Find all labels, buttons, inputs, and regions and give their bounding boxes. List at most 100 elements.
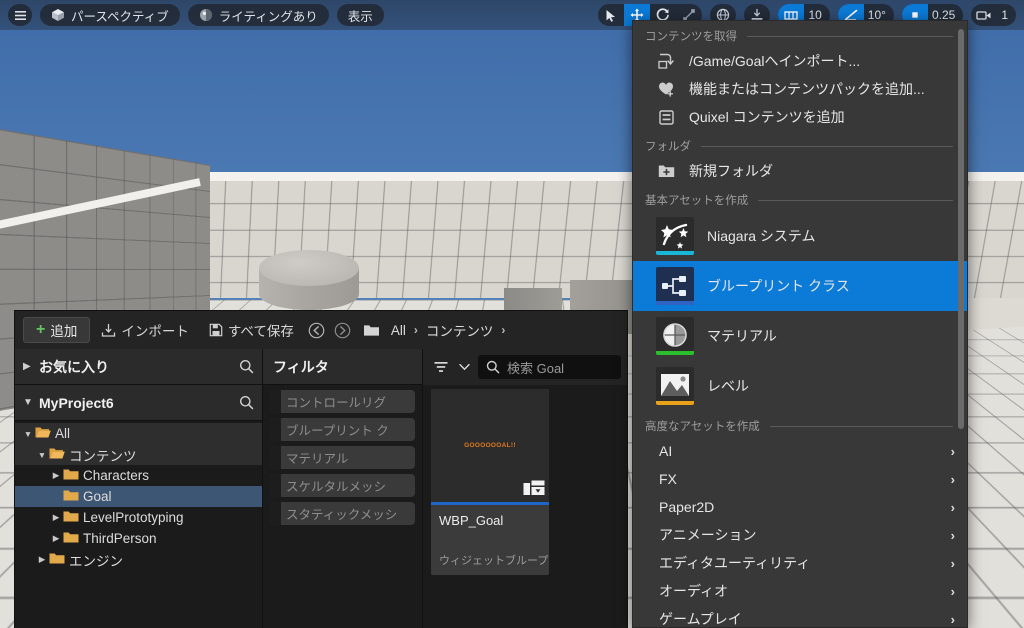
filter-pill[interactable]: スケルタルメッシ	[270, 474, 415, 497]
cube-icon	[51, 8, 65, 22]
breadcrumb-item-content[interactable]: コンテンツ	[421, 320, 499, 340]
favorites-header[interactable]: ▶ お気に入り	[15, 349, 262, 385]
chevron-down-icon[interactable]: ▼	[35, 450, 49, 460]
plus-icon: +	[36, 321, 46, 338]
filter-pill[interactable]: コントロールリグ	[270, 390, 415, 413]
chevron-right-icon: ›	[950, 555, 955, 571]
chevron-right-icon[interactable]: ▶	[35, 554, 49, 565]
filter-pill-label: コントロールリグ	[286, 396, 387, 410]
asset-thumbnail: GOOOOOOAL!!	[431, 389, 549, 502]
import-icon	[101, 323, 116, 338]
project-search-icon[interactable]	[239, 395, 254, 410]
menu-item-Niagaraシステム[interactable]: Niagara システム	[633, 211, 967, 261]
menu-item-label: オーディオ	[659, 583, 729, 599]
menu-item-GameGoalへインポート[interactable]: /Game/Goalへインポート...	[633, 47, 967, 75]
tree-item-Characters[interactable]: ▶ Characters	[15, 465, 262, 486]
viewport-menu-button[interactable]	[8, 4, 32, 26]
camera-speed-button[interactable]	[971, 4, 997, 26]
asset-search-placeholder: 検索 Goal	[507, 360, 565, 376]
menu-item-label: エディタユーティリティ	[659, 555, 811, 571]
context-menu-scrollbar[interactable]	[958, 29, 964, 429]
tree-item-label: LevelPrototyping	[83, 510, 184, 525]
filter-header: フィルタ	[263, 349, 422, 385]
menu-item-アニメーション[interactable]: アニメーション ›	[633, 521, 967, 549]
chevron-down-icon[interactable]	[455, 363, 474, 371]
perspective-dropdown[interactable]: パースペクティブ	[40, 4, 180, 26]
perspective-label: パースペクティブ	[71, 9, 169, 24]
save-all-button[interactable]: すべて保存	[200, 317, 303, 343]
menu-item-label: 機能またはコンテンツパックを追加...	[689, 81, 925, 97]
folder-icon	[63, 531, 79, 547]
chevron-right-icon[interactable]: ▶	[49, 512, 63, 523]
add-button[interactable]: + 追加	[23, 317, 91, 343]
tree-item-LevelPrototyping[interactable]: ▶ LevelPrototyping	[15, 507, 262, 528]
menu-item-FX[interactable]: FX ›	[633, 465, 967, 493]
menu-item-label: レベル	[707, 378, 749, 394]
menu-item-レベル[interactable]: レベル	[633, 361, 967, 411]
widget-blueprint-icon	[523, 480, 545, 498]
save-icon	[209, 323, 223, 337]
folder-icon	[35, 426, 51, 442]
import-icon	[655, 53, 677, 69]
material-icon	[655, 317, 695, 355]
asset-type-strip	[656, 401, 694, 405]
asset-tile[interactable]: GOOOOOOAL!! WBP_Goal ウィジェットブループリ…	[431, 389, 549, 575]
menu-section-label: 高度なアセットを作成	[645, 421, 760, 433]
menu-item-エディタユーティリティ[interactable]: エディタユーティリティ ›	[633, 549, 967, 577]
search-icon[interactable]	[239, 359, 254, 374]
menu-item-ゲームプレイ[interactable]: ゲームプレイ ›	[633, 605, 967, 627]
menu-item-マテリアル[interactable]: マテリアル	[633, 311, 967, 361]
menu-item-AI[interactable]: AI ›	[633, 437, 967, 465]
asset-search-input[interactable]: 検索 Goal	[478, 355, 621, 379]
chevron-right-icon[interactable]: ▶	[49, 470, 63, 481]
project-header[interactable]: ▼ MyProject6	[15, 385, 262, 421]
menu-item-オーディオ[interactable]: オーディオ ›	[633, 577, 967, 605]
menu-item-label: Paper2D	[659, 499, 715, 515]
filter-panel: フィルタ コントロールリグブループリント クマテリアルスケルタルメッシ スタティッ…	[263, 349, 423, 628]
tree-item-label: エンジン	[69, 553, 123, 569]
chevron-down-icon: ▼	[23, 397, 33, 408]
section-divider	[747, 35, 953, 37]
chevron-right-icon: ›	[950, 527, 955, 543]
tree-item-コンテンツ[interactable]: ▼ コンテンツ	[15, 444, 262, 465]
tree-item-All[interactable]: ▼ All	[15, 423, 262, 444]
menu-item-Quixelコンテンツを追加[interactable]: Quixel コンテンツを追加	[633, 103, 967, 131]
menu-item-機能またはコンテンツパックを追加[interactable]: 機能またはコンテンツパックを追加...	[633, 75, 967, 103]
asset-type-label: ウィジェットブループリ…	[439, 555, 549, 567]
content-browser-panel: + 追加 インポート すべて保存 All › コンテンツ › ▶ お気に入り ▼…	[14, 310, 628, 628]
add-content-context-menu: コンテンツを取得/Game/Goalへインポート... 機能またはコンテンツパック…	[632, 20, 968, 628]
filter-pill[interactable]: ブループリント ク	[270, 418, 415, 441]
tree-item-ThirdPerson[interactable]: ▶ ThirdPerson	[15, 528, 262, 549]
menu-section-header: フォルダ	[633, 135, 967, 157]
niagara-icon	[655, 217, 695, 255]
menu-item-ブループリントクラス[interactable]: ブループリント クラス	[633, 261, 967, 311]
lighting-dropdown[interactable]: ライティングあり	[187, 4, 329, 26]
quixel-icon	[655, 109, 677, 125]
filter-pill[interactable]: スタティックメッシ	[270, 502, 415, 525]
tree-item-Goal[interactable]: Goal	[15, 486, 262, 507]
show-dropdown[interactable]: 表示	[336, 4, 384, 26]
import-button[interactable]: インポート	[92, 317, 198, 343]
filter-funnel-icon[interactable]	[429, 360, 451, 374]
tree-item-label: Characters	[83, 468, 150, 483]
filter-pill[interactable]: マテリアル	[270, 446, 415, 469]
chevron-right-icon: ›	[950, 499, 955, 515]
camera-speed-value[interactable]: 1	[997, 8, 1016, 22]
nav-back-button[interactable]	[305, 317, 329, 343]
menu-item-label: 新規フォルダ	[689, 163, 773, 179]
menu-section-header: 高度なアセットを作成	[633, 415, 967, 437]
search-icon	[486, 360, 500, 374]
tree-item-エンジン[interactable]: ▶ エンジン	[15, 549, 262, 570]
chevron-down-icon[interactable]: ▼	[21, 429, 35, 439]
add-feature-icon	[655, 81, 677, 97]
menu-item-Paper2D[interactable]: Paper2D ›	[633, 493, 967, 521]
chevron-right-icon[interactable]: ▶	[49, 533, 63, 544]
menu-item-label: ゲームプレイ	[659, 611, 742, 627]
menu-item-新規フォルダ[interactable]: 新規フォルダ	[633, 157, 967, 185]
select-tool-button[interactable]	[598, 4, 624, 26]
menu-section-header: 基本アセットを作成	[633, 189, 967, 211]
breadcrumb-item-all[interactable]: All	[386, 323, 411, 338]
tree-item-label: Goal	[83, 489, 112, 504]
nav-forward-button[interactable]	[331, 317, 355, 343]
content-browser-toolbar: + 追加 インポート すべて保存 All › コンテンツ ›	[15, 311, 627, 349]
